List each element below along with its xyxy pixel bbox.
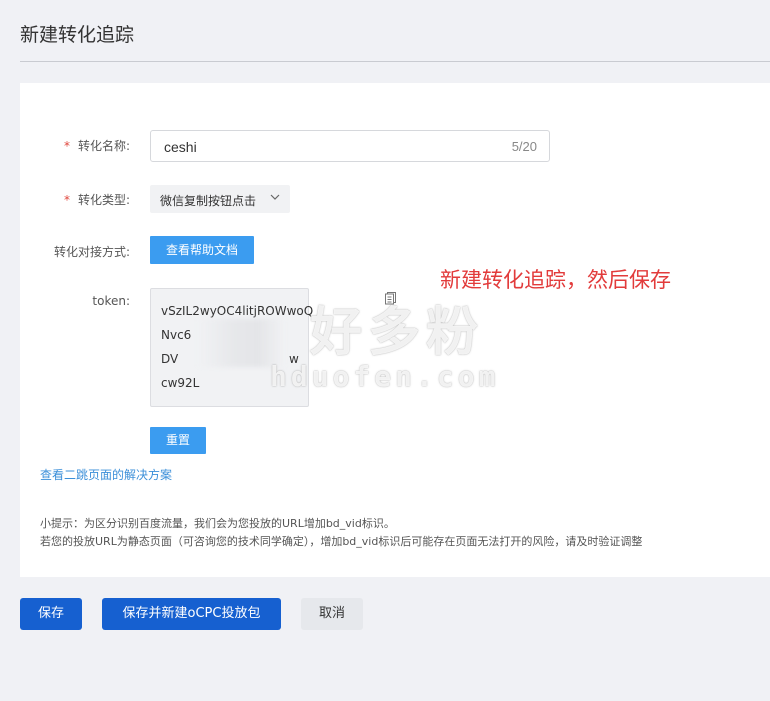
reset-button[interactable]: 重置 xyxy=(150,427,206,454)
redacted-blur xyxy=(197,319,285,367)
required-mark: * xyxy=(63,193,70,207)
copy-icon[interactable] xyxy=(384,291,398,305)
view-help-doc-button[interactable]: 查看帮助文档 xyxy=(150,236,254,264)
conversion-type-value: 微信复制按钮点击 xyxy=(160,194,257,208)
token-line: vSzIL2wyOC4litjROWwoQ xyxy=(161,304,314,318)
annotation-text: 新建转化追踪，然后保存 xyxy=(440,268,671,292)
token-line-tail: w xyxy=(289,352,299,366)
page-header: 新建转化追踪 xyxy=(0,0,770,62)
conversion-name-value: ceshi xyxy=(164,139,197,155)
token-line: DV xyxy=(161,352,179,366)
tip-line-2: 若您的投放URL为静态页面（可咨询您的技术同学确定），增加bd_vid标识后可能… xyxy=(40,535,643,548)
cancel-button[interactable]: 取消 xyxy=(301,598,363,630)
token-line: cw92L xyxy=(161,376,200,390)
page-title: 新建转化追踪 xyxy=(20,24,135,46)
form-card: * 转化名称: ceshi 5/20 * 转化类型: 微信复制按钮点击 转化对接方式… xyxy=(20,83,770,577)
conversion-name-input[interactable]: ceshi 5/20 xyxy=(150,130,550,162)
token-textarea[interactable]: vSzIL2wyOC4litjROWwoQ Nvc6 DV w cw92L xyxy=(150,288,313,407)
save-and-new-ocpc-button[interactable]: 保存并新建oCPC投放包 xyxy=(102,598,281,630)
token-label: token: xyxy=(92,294,130,308)
integration-label: 转化对接方式: xyxy=(53,245,130,259)
type-label: * 转化类型: xyxy=(10,191,130,208)
redirect-solution-link[interactable]: 查看二跳页面的解决方案 xyxy=(40,466,172,483)
conversion-type-select[interactable]: 微信复制按钮点击 xyxy=(150,185,290,213)
chevron-down-icon xyxy=(270,194,280,200)
name-label-text: 转化名称: xyxy=(77,139,130,153)
tip-line-1: 小提示：为区分识别百度流量，我们会为您投放的URL增加bd_vid标识。 xyxy=(40,517,395,530)
required-mark: * xyxy=(63,139,70,153)
header-divider xyxy=(20,61,770,62)
name-label: * 转化名称: xyxy=(10,137,130,154)
char-counter: 5/20 xyxy=(511,139,537,154)
token-line: Nvc6 xyxy=(161,328,192,342)
type-label-text: 转化类型: xyxy=(77,193,130,207)
save-button[interactable]: 保存 xyxy=(20,598,82,630)
